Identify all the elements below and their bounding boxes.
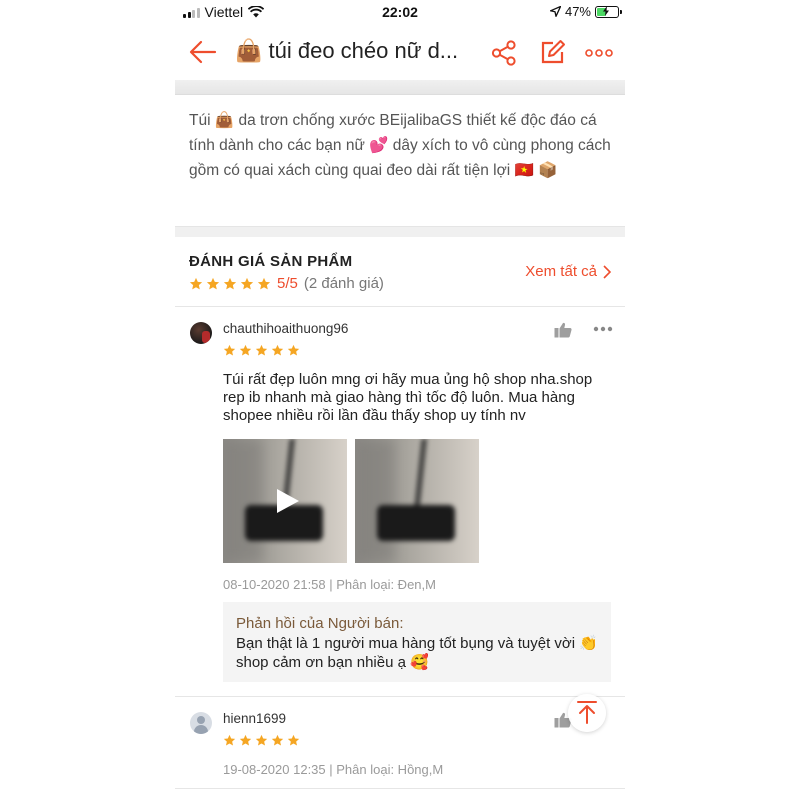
phone-screen: Viettel 22:02 47% 👜 túi đeo chéo nữ d...…	[175, 0, 625, 800]
star-icon	[271, 734, 284, 746]
see-all-reviews-link[interactable]: Xem tất cả	[525, 263, 611, 280]
star-icon	[206, 277, 220, 289]
summary-stars	[189, 277, 271, 291]
status-bar: Viettel 22:02 47%	[175, 0, 625, 24]
seller-reply-text: Bạn thật là 1 người mua hàng tốt bụng và…	[236, 635, 598, 671]
location-arrow-icon	[549, 6, 561, 17]
review-stars	[223, 344, 300, 357]
rating-count: (2 đánh giá)	[303, 275, 384, 292]
header-divider	[175, 80, 625, 95]
edit-icon[interactable]	[540, 39, 566, 65]
scroll-to-top-button[interactable]	[568, 694, 606, 732]
divider	[175, 788, 625, 789]
ratings-summary: 5/5 (2 đánh giá)	[189, 275, 384, 292]
rating-score: 5/5	[277, 275, 298, 292]
see-all-label: Xem tất cả	[525, 263, 597, 280]
top-navigation-bar: 👜 túi đeo chéo nữ d...	[175, 24, 625, 80]
page-title: 👜 túi đeo chéo nữ d...	[235, 38, 459, 63]
section-divider	[175, 226, 625, 237]
avatar[interactable]	[190, 712, 212, 734]
play-icon	[277, 489, 299, 513]
star-icon	[223, 277, 237, 289]
star-icon	[255, 344, 268, 356]
review-username: hienn1699	[223, 711, 287, 726]
review-photo-thumbnail[interactable]	[355, 439, 479, 563]
star-icon	[239, 734, 252, 746]
ratings-section-title: ĐÁNH GIÁ SẢN PHẨM	[189, 253, 353, 270]
thumbs-up-icon[interactable]	[554, 322, 572, 338]
battery-percent: 47%	[564, 4, 591, 19]
review-text: Túi rất đẹp luôn mng ơi hãy mua ủng hộ s…	[223, 371, 593, 424]
more-options-icon[interactable]	[593, 326, 613, 332]
star-icon	[189, 277, 203, 289]
share-icon[interactable]	[491, 40, 517, 66]
review-meta: 19-08-2020 12:35 | Phân loại: Hồng,M	[223, 762, 444, 777]
review-video-thumbnail[interactable]	[223, 439, 347, 563]
star-icon	[239, 344, 252, 356]
status-right: 47%	[549, 4, 622, 19]
review-username: chauthihoaithuong96	[223, 321, 349, 336]
back-arrow-icon[interactable]	[189, 40, 217, 64]
chevron-right-icon	[603, 264, 611, 279]
divider	[175, 306, 625, 307]
star-icon	[287, 734, 300, 746]
review-stars	[223, 734, 300, 747]
product-description: Túi 👜 da trơn chống xước BEijalibaGS thi…	[189, 112, 611, 179]
battery-icon	[595, 5, 622, 18]
seller-reply-title: Phản hồi của Người bán:	[236, 615, 404, 632]
star-icon	[257, 277, 271, 289]
star-icon	[223, 344, 236, 356]
star-icon	[287, 344, 300, 356]
star-icon	[255, 734, 268, 746]
divider	[175, 696, 625, 697]
avatar[interactable]	[190, 322, 212, 344]
star-icon	[271, 344, 284, 356]
more-options-icon[interactable]	[585, 49, 613, 57]
star-icon	[223, 734, 236, 746]
arrow-up-icon	[577, 701, 597, 724]
review-meta: 08-10-2020 21:58 | Phân loại: Đen,M	[223, 577, 436, 592]
seller-reply: Phản hồi của Người bán: Bạn thật là 1 ng…	[223, 602, 611, 682]
star-icon	[240, 277, 254, 289]
